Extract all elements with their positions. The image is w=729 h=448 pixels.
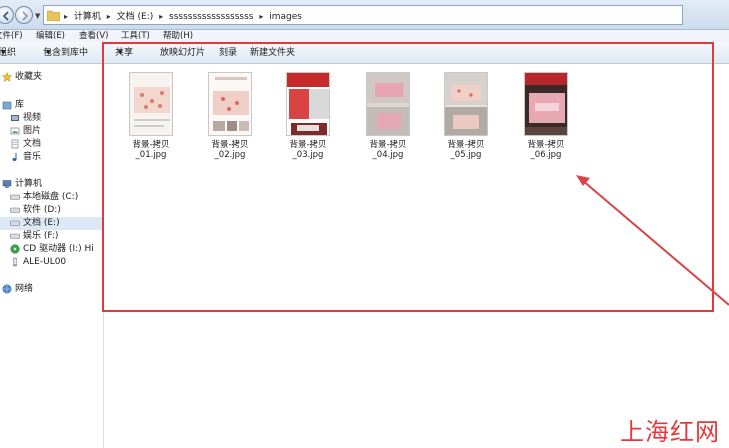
file-item[interactable]: 背景-拷贝 _02.jpg [200, 72, 260, 160]
menu-tools[interactable]: 工具(T) [121, 30, 150, 42]
library-icon [2, 101, 12, 109]
breadcrumb-computer[interactable]: 计算机 [74, 12, 101, 22]
sidebar-item-drive-d[interactable]: 软件 (D:) [0, 204, 103, 217]
file-list-view: 背景-拷贝 _01.jpg 背景-拷贝 _02.jpg 背景-拷贝 _03.jp… [105, 64, 729, 448]
menu-view[interactable]: 查看(V) [79, 30, 108, 42]
sidebar-item-drive-f[interactable]: 娱乐 (F:) [0, 230, 103, 243]
breadcrumb-drive[interactable]: 文档 (E:) [117, 12, 154, 22]
sidebar-item-label: 本地磁盘 (C:) [23, 192, 79, 202]
file-item[interactable]: 背景-拷贝 _01.jpg [121, 72, 181, 160]
slideshow-button[interactable]: 放映幻灯片 [160, 42, 205, 64]
sidebar-network[interactable]: 网络 [0, 283, 103, 296]
menu-edit[interactable]: 编辑(E) [36, 30, 65, 42]
back-button[interactable] [0, 6, 14, 24]
video-icon [11, 114, 19, 121]
hard-drive-icon [10, 207, 20, 213]
cd-drive-icon [10, 243, 20, 254]
sidebar-favorites[interactable]: 收藏夹 [0, 71, 103, 84]
computer-icon [2, 179, 12, 188]
sidebar-item-pictures[interactable]: 图片 [0, 125, 103, 138]
image-thumbnail [286, 72, 330, 136]
new-folder-button[interactable]: 新建文件夹 [250, 42, 295, 64]
sidebar-library-label: 库 [15, 100, 25, 110]
thumbnail-preview-icon [525, 73, 567, 135]
file-item[interactable]: 背景-拷贝 _06.jpg [516, 72, 576, 160]
sidebar-item-videos[interactable]: 视频 [0, 112, 103, 125]
file-item[interactable]: 背景-拷贝 _05.jpg [436, 72, 496, 160]
sidebar-favorites-label: 收藏夹 [15, 72, 43, 82]
menu-help[interactable]: 帮助(H) [163, 30, 193, 42]
breadcrumb-separator-icon: ▸ [259, 12, 264, 21]
sidebar-computer[interactable]: 计算机 [0, 178, 103, 191]
file-name: 背景-拷贝 _01.jpg [132, 140, 170, 160]
forward-button[interactable] [15, 6, 33, 24]
breadcrumb-folder[interactable]: ssssssssssssssssss [169, 12, 253, 22]
sidebar-item-device[interactable]: ALE-UL00 [0, 256, 103, 269]
sidebar-item-label: ALE-UL00 [23, 257, 67, 267]
file-name: 背景-拷贝 _06.jpg [527, 140, 565, 160]
breadcrumb-separator-icon: ▸ [106, 12, 111, 21]
sidebar-computer-label: 计算机 [15, 179, 43, 189]
document-icon [11, 139, 19, 148]
sidebar-item-label: 图片 [23, 126, 42, 136]
navigation-pane: 收藏夹 库 视频 图片 文档 音乐 计算机 本地磁盘 (C:) 软件 (D:) … [0, 64, 104, 448]
network-icon [2, 284, 12, 293]
music-note-icon [12, 152, 17, 161]
thumbnail-preview-icon [209, 73, 251, 135]
burn-button[interactable]: 刻录 [219, 42, 237, 64]
file-name: 背景-拷贝 _03.jpg [289, 140, 327, 160]
file-item[interactable]: 背景-拷贝 _04.jpg [358, 72, 418, 160]
thumbnail-preview-icon [367, 73, 409, 135]
breadcrumb: ▸ 计算机 ▸ 文档 (E:) ▸ ssssssssssssssssss ▸ i… [64, 9, 305, 22]
command-toolbar: 组织 ▼ 包含到库中 ▼ 共享 ▼ 放映幻灯片 刻录 新建文件夹 [0, 42, 729, 64]
image-thumbnail [129, 72, 173, 136]
chevron-down-icon: ▼ [1, 49, 6, 56]
file-name: 背景-拷贝 _04.jpg [369, 140, 407, 160]
sidebar-item-label: 文档 (E:) [23, 218, 60, 228]
sidebar-library[interactable]: 库 [0, 99, 103, 112]
arrow-right-icon [22, 11, 29, 21]
sidebar-item-label: 文档 [23, 139, 42, 149]
image-thumbnail [208, 72, 252, 136]
sidebar-item-drive-c[interactable]: 本地磁盘 (C:) [0, 191, 103, 204]
thumbnail-preview-icon [445, 73, 487, 135]
file-name: 背景-拷贝 _05.jpg [447, 140, 485, 160]
sidebar-network-label: 网络 [15, 284, 34, 294]
folder-icon [47, 10, 60, 21]
sidebar-item-label: 视频 [23, 113, 42, 123]
phone-device-icon [13, 257, 17, 266]
sidebar-item-drive-e[interactable]: 文档 (E:) [0, 217, 103, 230]
hard-drive-icon [10, 233, 20, 239]
watermark-logo: 上海红网 [620, 418, 720, 446]
sidebar-item-music[interactable]: 音乐 [0, 151, 103, 164]
star-icon [2, 71, 12, 82]
chevron-down-icon: ▼ [118, 49, 123, 56]
sidebar-item-label: 娱乐 (F:) [23, 231, 59, 241]
sidebar-item-label: 音乐 [23, 152, 42, 162]
arrow-left-icon [2, 11, 9, 21]
hard-drive-icon [10, 220, 20, 226]
menu-bar: 文件(F) 编辑(E) 查看(V) 工具(T) 帮助(H) [0, 30, 729, 42]
address-bar-region: ▼ ▸ 计算机 ▸ 文档 (E:) ▸ ssssssssssssssssss ▸… [0, 0, 729, 30]
breadcrumb-current[interactable]: images [269, 12, 302, 22]
thumbnail-preview-icon [287, 73, 329, 135]
breadcrumb-separator-icon: ▸ [64, 12, 69, 21]
chevron-down-icon: ▼ [46, 49, 51, 56]
address-path-box[interactable]: ▸ 计算机 ▸ 文档 (E:) ▸ ssssssssssssssssss ▸ i… [43, 5, 683, 25]
sidebar-item-cd-drive[interactable]: CD 驱动器 (I:) Hi [0, 243, 103, 256]
sidebar-item-documents[interactable]: 文档 [0, 138, 103, 151]
breadcrumb-separator-icon: ▸ [159, 12, 164, 21]
image-thumbnail [366, 72, 410, 136]
file-name: 背景-拷贝 _02.jpg [211, 140, 249, 160]
picture-icon [10, 127, 20, 134]
image-thumbnail [444, 72, 488, 136]
sidebar-item-label: CD 驱动器 (I:) Hi [23, 244, 94, 254]
file-item[interactable]: 背景-拷贝 _03.jpg [278, 72, 338, 160]
sidebar-item-label: 软件 (D:) [23, 205, 61, 215]
hard-drive-icon [10, 194, 20, 200]
history-dropdown-icon[interactable]: ▼ [35, 12, 40, 20]
image-thumbnail [524, 72, 568, 136]
menu-file[interactable]: 文件(F) [0, 30, 23, 42]
thumbnail-preview-icon [130, 73, 172, 135]
